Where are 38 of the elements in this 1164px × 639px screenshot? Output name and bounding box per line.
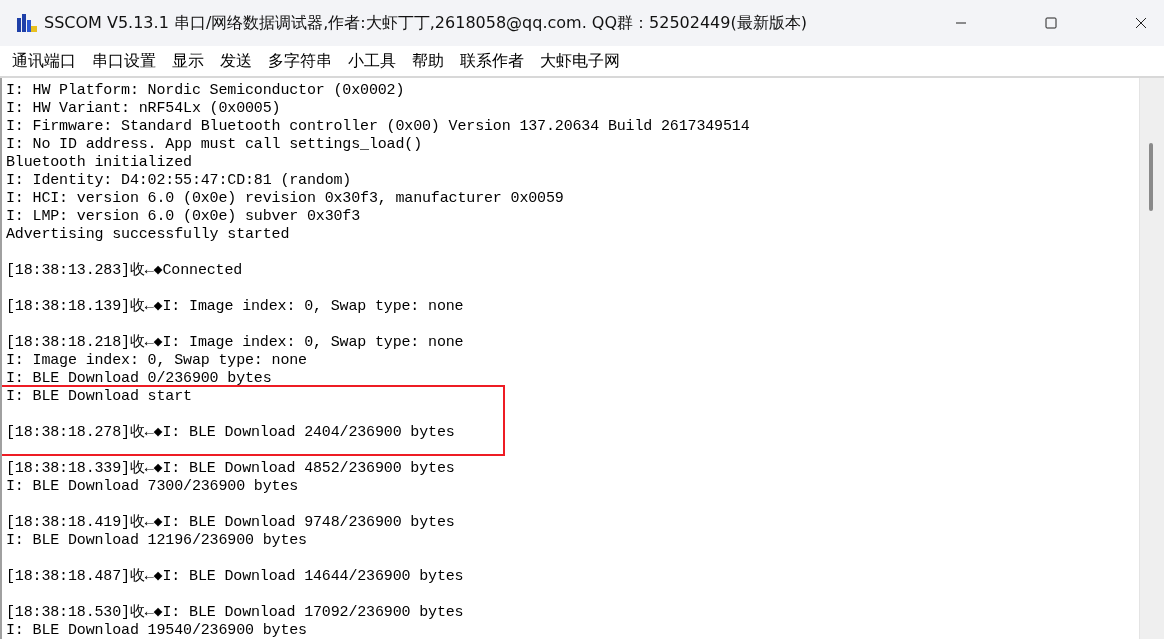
log-line: [18:38:13.283]收←◆Connected xyxy=(5,262,244,280)
log-line: Bluetooth initialized xyxy=(5,154,193,172)
log-line: I: Image index: 0, Swap type: none xyxy=(5,352,308,370)
log-line: [18:38:18.139]收←◆I: Image index: 0, Swap type: none xyxy=(5,298,465,316)
close-icon xyxy=(1135,17,1147,29)
scrollbar[interactable] xyxy=(1139,78,1164,639)
log-line: I: HCI: version 6.0 (0x0e) revision 0x30f3, manufacturer 0x0059 xyxy=(5,190,565,208)
log-line: I: BLE Download 19540/236900 bytes xyxy=(5,622,308,639)
log-line: I: Identity: D4:02:55:47:CD:81 (random) xyxy=(5,172,353,190)
menu-item[interactable]: 联系作者 xyxy=(452,50,532,72)
menu-item[interactable]: 多字符串 xyxy=(260,50,340,72)
log-line: I: BLE Download start xyxy=(5,388,193,406)
log-line: I: LMP: version 6.0 (0x0e) subver 0x30f3 xyxy=(5,208,362,226)
log-line: Advertising successfully started xyxy=(5,226,291,244)
log-line: [18:38:18.487]收←◆I: BLE Download 14644/236900 bytes xyxy=(5,568,465,586)
log-line: [18:38:18.339]收←◆I: BLE Download 4852/236900 bytes xyxy=(5,460,456,478)
menu-item[interactable]: 发送 xyxy=(212,50,260,72)
menu-item[interactable]: 帮助 xyxy=(404,50,452,72)
log-line: I: No ID address. App must call settings_load() xyxy=(5,136,424,154)
log-line: I: BLE Download 12196/236900 bytes xyxy=(5,532,308,550)
menu-item[interactable]: 大虾电子网 xyxy=(532,50,628,72)
maximize-icon xyxy=(1045,17,1057,29)
scroll-thumb[interactable] xyxy=(1149,143,1153,211)
log-line: [18:38:18.530]收←◆I: BLE Download 17092/236900 bytes xyxy=(5,604,465,622)
log-line: I: Firmware: Standard Bluetooth controller (0x00) Version 137.20634 Build 2617349514 xyxy=(5,118,751,136)
log-line: I: BLE Download 7300/236900 bytes xyxy=(5,478,300,496)
menu-item[interactable]: 通讯端口 xyxy=(4,50,84,72)
log-line: [18:38:18.278]收←◆I: BLE Download 2404/236900 bytes xyxy=(5,424,456,442)
menu-item[interactable]: 小工具 xyxy=(340,50,404,72)
app-icon xyxy=(16,12,38,34)
menu-item[interactable]: 显示 xyxy=(164,50,212,72)
log-line: I: HW Platform: Nordic Semiconductor (0x0002) xyxy=(5,82,406,100)
log-line: I: BLE Download 0/236900 bytes xyxy=(5,370,273,388)
window-title: SSCOM V5.13.1 串口/网络数据调试器,作者:大虾丁丁,2618058@qq.com. QQ群：52502449(最新版本) xyxy=(44,12,807,34)
log-line: [18:38:18.218]收←◆I: Image index: 0, Swap type: none xyxy=(5,334,465,352)
menu-item[interactable]: 串口设置 xyxy=(84,50,164,72)
log-line: [18:38:18.419]收←◆I: BLE Download 9748/236900 bytes xyxy=(5,514,456,532)
log-line: I: HW Variant: nRF54Lx (0x0005) xyxy=(5,100,282,118)
